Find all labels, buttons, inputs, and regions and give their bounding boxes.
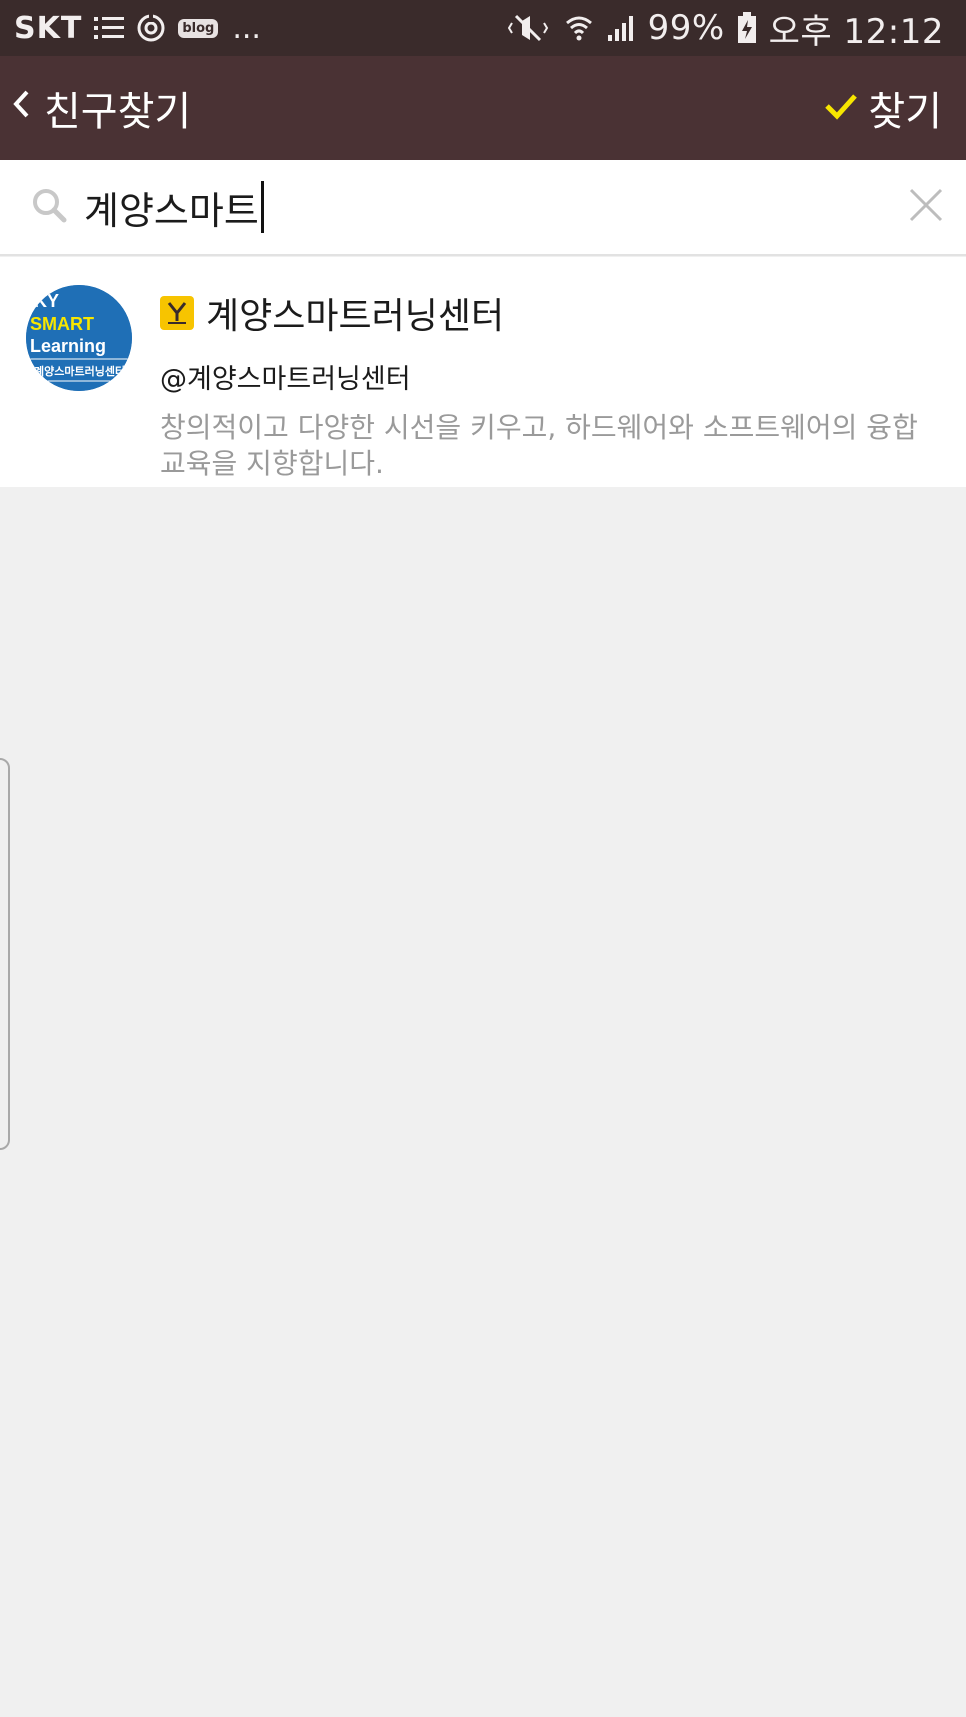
search-icon	[30, 186, 68, 228]
search-input[interactable]: 계양스마트	[84, 180, 908, 235]
page-title: 친구찾기	[44, 89, 192, 135]
avatar-line-3: Learning	[30, 336, 106, 356]
result-description: 창의적이고 다양한 시선을 키우고, 하드웨어와 소프트웨어의 융합교육을 지향…	[160, 411, 918, 480]
avatar-line-2: SMART	[30, 314, 94, 334]
menu-list-icon	[94, 15, 125, 41]
find-button-label: 찾기	[868, 89, 942, 135]
avatar: KY SMART Learning 계양스마트러닝센터	[26, 285, 132, 391]
status-right: 99% 오후 12:12	[507, 4, 944, 53]
y-plus-friend-icon	[160, 296, 194, 330]
search-result-item[interactable]: KY SMART Learning 계양스마트러닝센터 계양스마트러닝센터 @계…	[0, 257, 966, 487]
more-notifications: ...	[232, 10, 261, 46]
back-button[interactable]: 친구찾기	[12, 79, 191, 137]
result-name-row: 계양스마트러닝센터	[160, 287, 926, 339]
sync-icon	[136, 13, 166, 43]
mute-icon	[507, 13, 552, 43]
app-bar: 친구찾기 찾기	[0, 56, 966, 160]
wifi-icon	[564, 13, 594, 43]
search-input-value: 계양스마트	[84, 188, 259, 233]
avatar-line-4: 계양스마트러닝센터	[34, 364, 125, 378]
close-icon	[908, 187, 944, 227]
result-id: @계양스마트러닝센터	[160, 364, 411, 395]
signal-icon	[606, 13, 636, 43]
result-name: 계양스마트러닝센터	[206, 296, 505, 337]
status-left: SKT blog ...	[14, 11, 261, 46]
blog-icon: blog	[178, 18, 219, 38]
back-chevron-icon	[12, 88, 30, 128]
carrier-label: SKT	[14, 10, 83, 46]
edge-panel-handle[interactable]	[0, 758, 10, 1150]
result-body: 계양스마트러닝센터 @계양스마트러닝센터 창의적이고 다양한 시선을 키우고, …	[160, 287, 926, 482]
avatar-line-1: KY	[34, 291, 59, 311]
battery-charging-icon	[737, 12, 757, 44]
clock: 오후 12:12	[768, 11, 944, 52]
check-icon	[824, 92, 858, 124]
find-button[interactable]: 찾기	[824, 79, 942, 137]
text-cursor	[260, 181, 264, 233]
battery-percent: 99%	[647, 8, 725, 48]
clear-search-button[interactable]	[908, 187, 944, 227]
status-bar: SKT blog ... 99% 오후 12:12	[0, 0, 966, 56]
search-bar: 계양스마트	[0, 160, 966, 256]
